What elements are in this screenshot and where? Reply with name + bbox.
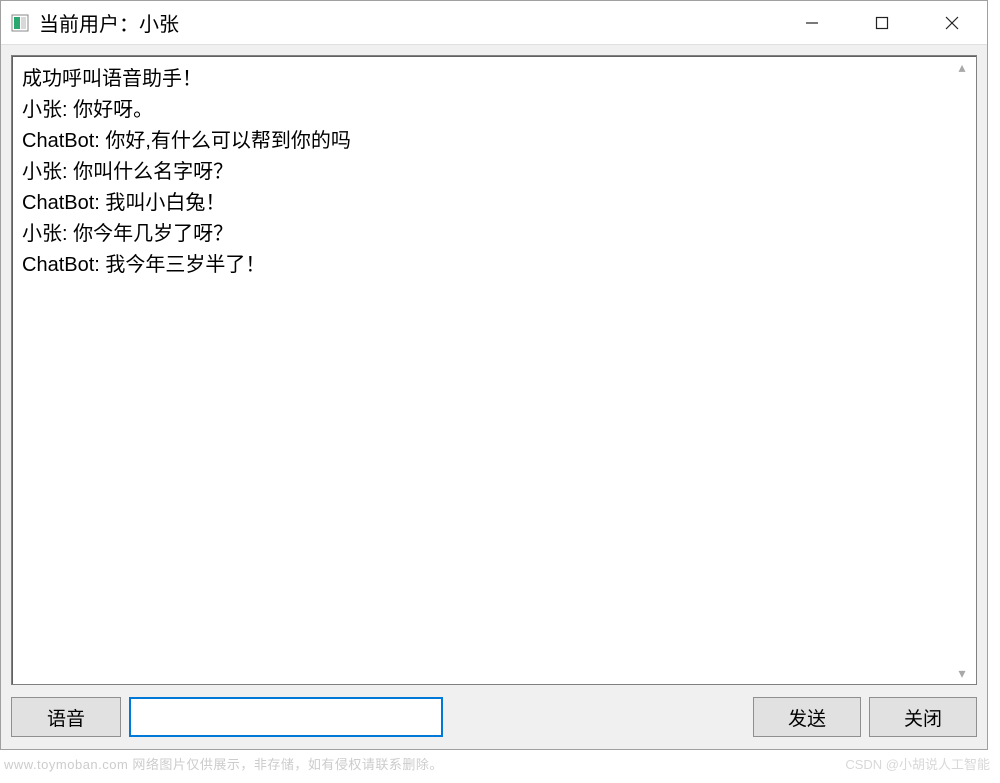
- chat-line: ChatBot: 我今年三岁半了！: [22, 250, 966, 281]
- window-title: 当前用户：小张: [39, 8, 777, 37]
- watermark-left: www.toymoban.com 网络图片仅供展示，非存储，如有侵权请联系删除。: [4, 754, 443, 773]
- send-button[interactable]: 发送: [753, 697, 861, 737]
- window-controls: [777, 1, 987, 44]
- chat-log[interactable]: 成功呼叫语音助手！ 小张: 你好呀。 ChatBot: 你好,有什么可以帮到你的…: [11, 55, 977, 685]
- chat-line: 小张: 你今年几岁了呀？: [22, 219, 966, 250]
- message-input[interactable]: [129, 697, 443, 737]
- chat-line: 小张: 你好呀。: [22, 95, 966, 126]
- maximize-button[interactable]: [847, 1, 917, 44]
- chat-line: 小张: 你叫什么名字呀？: [22, 157, 966, 188]
- scroll-down-icon[interactable]: ▾: [952, 666, 972, 680]
- close-window-button[interactable]: [917, 1, 987, 44]
- voice-button[interactable]: 语音: [11, 697, 121, 737]
- app-window: 当前用户：小张 成功呼叫语音助手！ 小张: 你好呀。 ChatBot: 你好,有…: [0, 0, 988, 750]
- bottom-bar: 语音 发送 关闭: [11, 685, 977, 739]
- chat-line: ChatBot: 你好,有什么可以帮到你的吗: [22, 126, 966, 157]
- scroll-up-icon[interactable]: ▴: [952, 60, 972, 74]
- chat-line: 成功呼叫语音助手！: [22, 64, 966, 95]
- titlebar: 当前用户：小张: [1, 1, 987, 45]
- scrollbar[interactable]: ▴ ▾: [952, 60, 972, 680]
- watermark-right: CSDN @小胡说人工智能: [845, 754, 990, 773]
- minimize-button[interactable]: [777, 1, 847, 44]
- close-button[interactable]: 关闭: [869, 697, 977, 737]
- chat-line: ChatBot: 我叫小白兔！: [22, 188, 966, 219]
- content-area: 成功呼叫语音助手！ 小张: 你好呀。 ChatBot: 你好,有什么可以帮到你的…: [1, 45, 987, 749]
- app-icon: [11, 14, 29, 32]
